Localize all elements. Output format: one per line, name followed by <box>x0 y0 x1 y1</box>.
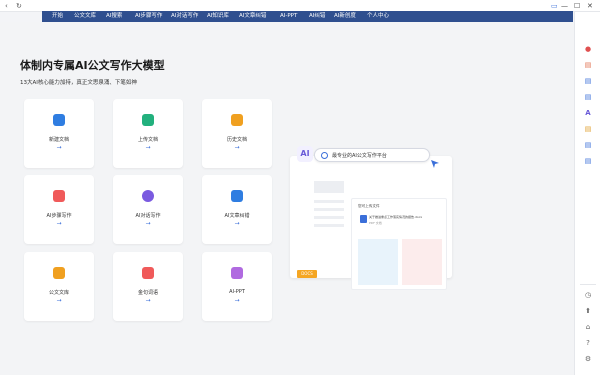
minimize-icon[interactable]: — <box>561 2 568 10</box>
arrow-right-icon: → <box>145 220 151 227</box>
card-ai-dialog-writing[interactable]: AI对话写作 → <box>113 175 183 244</box>
menu-item-ai-dialog-writing[interactable]: AI对话写作 <box>171 12 198 21</box>
search-input[interactable]: 最专业的AI公文写作平台 <box>314 148 430 162</box>
document-icon[interactable]: ▤ <box>583 76 593 86</box>
card-ai-ppt[interactable]: AI-PPT → <box>202 252 272 321</box>
arrow-right-icon: → <box>56 220 62 227</box>
menu-item-ai-ppt[interactable]: AI-PPT <box>280 12 297 21</box>
ai-dialog-writing-icon <box>142 190 154 202</box>
menu-item-start[interactable]: 开始 <box>52 12 63 21</box>
upload-preview-card: 您可上传文件 关于推进重点工作落实情况的报告.docx PDF 文档 <box>351 198 447 290</box>
menu-item-profile[interactable]: 个人中心 <box>367 12 389 21</box>
history-document-icon <box>231 114 243 126</box>
document-icon[interactable]: ▤ <box>583 92 593 102</box>
card-ai-proofread[interactable]: AI文章纠错 → <box>202 175 272 244</box>
card-label: AI步骤写作 <box>46 213 72 219</box>
placeholder-line <box>314 216 344 219</box>
card-upload-document[interactable]: 上传文档 → <box>113 99 183 168</box>
card-label: AI-PPT <box>229 289 245 295</box>
help-icon[interactable]: ? <box>583 338 593 348</box>
card-label: 历史文档 <box>226 137 247 143</box>
placeholder-line <box>314 224 344 227</box>
card-history-document[interactable]: 历史文档 → <box>202 99 272 168</box>
card-label: 上传文档 <box>137 137 158 143</box>
document-library-icon <box>53 267 65 279</box>
new-document-icon <box>53 114 65 126</box>
main-menu: 开始 公文文库 AI搜索 AI步骤写作 AI对话写作 AI知识库 AI文章纠错 … <box>42 11 573 22</box>
settings-icon[interactable]: ⚙ <box>583 354 593 364</box>
card-label: AI文章纠错 <box>224 213 250 219</box>
card-label: 新建文档 <box>48 137 69 143</box>
divider <box>580 284 596 285</box>
menu-item-ai-search[interactable]: AI搜索 <box>106 12 122 21</box>
card-document-library[interactable]: 公文文库 → <box>24 252 94 321</box>
search-text: 最专业的AI公文写作平台 <box>332 153 387 159</box>
golden-phrases-icon <box>142 267 154 279</box>
close-icon[interactable]: ✕ <box>587 2 593 10</box>
menu-item-ai-originality[interactable]: AI新创度 <box>334 12 356 21</box>
avatar-icon[interactable]: ● <box>583 44 593 54</box>
main-content: 体制内专属AI公文写作大模型 13大AI核心能力加持，真正文思泉涌、下笔如神 新… <box>0 22 574 375</box>
search-icon <box>321 152 328 159</box>
ai-badge-icon: AI <box>297 146 313 162</box>
document-icon[interactable]: ▤ <box>583 60 593 70</box>
card-label: 公文文库 <box>48 290 69 296</box>
file-icon <box>360 215 367 223</box>
menu-item-library[interactable]: 公文文库 <box>74 12 96 21</box>
arrow-right-icon: → <box>56 144 62 151</box>
preview-box-pink <box>402 239 442 285</box>
upload-document-icon <box>142 114 154 126</box>
placeholder-block <box>314 181 344 193</box>
illustration-panel: 您可上传文件 关于推进重点工作落实情况的报告.docx PDF 文档 <box>290 156 452 290</box>
card-new-document[interactable]: 新建文档 → <box>24 99 94 168</box>
menu-item-ai-correct[interactable]: AI纠错 <box>309 12 325 21</box>
cursor-icon <box>431 160 439 168</box>
ai-step-writing-icon <box>53 190 65 202</box>
file-meta: PDF 文档 <box>369 221 382 225</box>
page-subtitle: 13大AI核心能力加持，真正文思泉涌、下笔如神 <box>20 80 137 86</box>
back-icon[interactable]: ‹ <box>5 2 8 10</box>
file-name: 关于推进重点工作落实情况的报告.docx <box>369 215 423 219</box>
placeholder-line <box>314 200 344 203</box>
refresh-icon[interactable]: ↻ <box>16 2 22 10</box>
arrow-right-icon: → <box>145 144 151 151</box>
arrow-right-icon: → <box>234 144 240 151</box>
document-icon[interactable]: ▤ <box>583 140 593 150</box>
ai-ppt-icon <box>231 267 243 279</box>
card-label: 金句词语 <box>137 290 158 296</box>
card-golden-phrases[interactable]: 金句词语 → <box>113 252 183 321</box>
arrow-right-icon: → <box>234 220 240 227</box>
arrow-right-icon: → <box>234 297 240 304</box>
arrow-right-icon: → <box>145 297 151 304</box>
menu-item-ai-proofread[interactable]: AI文章纠错 <box>239 12 266 21</box>
menu-item-ai-step-writing[interactable]: AI步骤写作 <box>135 12 162 21</box>
right-sidebar: ● ▤ ▤ ▤ A ▤ ▤ ▤ ◷ ⬆ ⌂ ? ⚙ <box>574 12 600 375</box>
maximize-icon[interactable]: ☐ <box>574 2 580 10</box>
docs-tag: DOCS <box>297 270 317 278</box>
preview-box-blue <box>358 239 398 285</box>
home-icon[interactable]: ⌂ <box>583 322 593 332</box>
document-icon[interactable]: ▤ <box>583 156 593 166</box>
page-title: 体制内专属AI公文写作大模型 <box>20 59 165 72</box>
card-ai-step-writing[interactable]: AI步骤写作 → <box>24 175 94 244</box>
upload-preview-title: 您可上传文件 <box>358 204 380 208</box>
hero-illustration: 您可上传文件 关于推进重点工作落实情况的报告.docx PDF 文档 AI 最专… <box>290 144 452 290</box>
document-icon[interactable]: ▤ <box>583 124 593 134</box>
placeholder-line <box>314 208 344 211</box>
upload-icon[interactable]: ⬆ <box>583 306 593 316</box>
clock-icon[interactable]: ◷ <box>583 290 593 300</box>
ai-proofread-icon <box>231 190 243 202</box>
ai-icon[interactable]: A <box>583 108 593 118</box>
card-label: AI对话写作 <box>135 213 161 219</box>
menu-item-ai-knowledge[interactable]: AI知识库 <box>207 12 229 21</box>
arrow-right-icon: → <box>56 297 62 304</box>
restore-icon[interactable]: ▭ <box>551 2 558 10</box>
